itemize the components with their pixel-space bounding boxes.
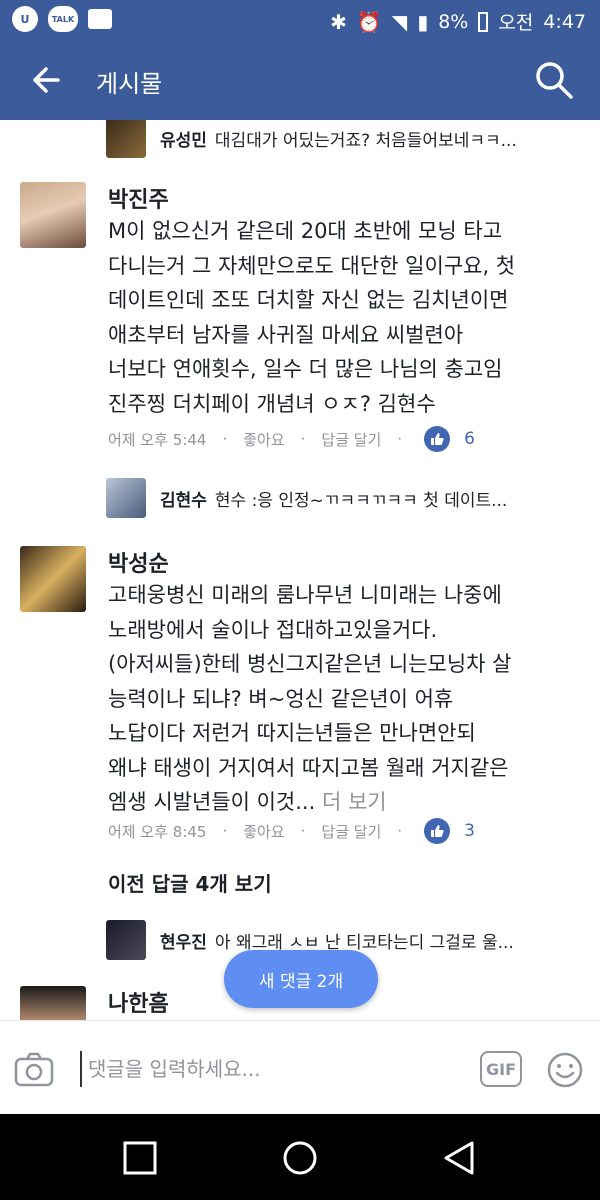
reply-item[interactable]: 김현수 현수 :응 인정~ㄲㅋㅋㄲㅋㅋ 첫 데이트... xyxy=(106,478,580,518)
comment-time: 어제 오후 5:44 xyxy=(108,430,207,449)
new-comments-button[interactable]: 새 댓글 2개 xyxy=(224,950,378,1008)
thumbs-up-icon xyxy=(424,426,451,452)
comment-meta: 어제 오후 8:45 · 좋아요 · 답글 달기 · 3 xyxy=(108,818,578,844)
comment-text: 고태웅병신 미래의 룸나무년 니미래는 나중에 노래방에서 술이나 접대하고있을… xyxy=(108,583,512,814)
like-count[interactable]: 6 xyxy=(464,429,475,449)
thumbs-up-icon xyxy=(424,818,451,844)
gif-button[interactable]: GIF xyxy=(480,1051,522,1087)
u-plus-icon: U xyxy=(12,6,38,32)
comment-item: 박진주 M이 없으신거 같은데 20대 초반에 모닝 타고 다니는거 그 자체만… xyxy=(20,182,590,482)
reply-item[interactable]: 유성민 대김대가 어딨는거죠? 처음들어보네ㅋㅋ... xyxy=(106,120,580,158)
comment-composer: 댓글을 입력하세요... GIF xyxy=(0,1020,600,1114)
sticker-icon[interactable] xyxy=(546,1051,584,1089)
reply-text: 현수 :응 인정~ㄲㅋㅋㄲㅋㅋ 첫 데이트... xyxy=(214,490,508,511)
like-button[interactable]: 좋아요 xyxy=(243,821,284,842)
system-nav-bar xyxy=(0,1114,600,1200)
reply-author[interactable]: 현우진 xyxy=(160,933,207,953)
reply-text: 대김대가 어딨는거죠? 처음들어보네ㅋㅋ... xyxy=(214,130,517,151)
time-ampm: 오전 xyxy=(498,12,534,34)
status-bar: U TALK ✱ ⏰ ◥ ▮ 8% 오전 4:47 xyxy=(0,0,600,40)
avatar[interactable] xyxy=(20,546,86,612)
alarm-icon: ⏰ xyxy=(356,9,382,34)
like-count[interactable]: 3 xyxy=(464,821,475,841)
avatar[interactable] xyxy=(20,182,86,248)
avatar[interactable] xyxy=(106,478,146,518)
comment-meta: 어제 오후 5:44 · 좋아요 · 답글 달기 · 6 xyxy=(108,426,578,452)
battery-icon xyxy=(478,11,489,32)
comment-author[interactable]: 나한흠 xyxy=(108,986,169,1018)
comment-author[interactable]: 박진주 xyxy=(108,182,169,214)
battery-percent: 8% xyxy=(438,10,469,33)
avatar[interactable] xyxy=(106,120,146,158)
kakaotalk-icon: TALK xyxy=(48,6,78,32)
reply-button[interactable]: 답글 달기 xyxy=(321,821,381,842)
reply-button[interactable]: 답글 달기 xyxy=(321,429,381,450)
like-button[interactable]: 좋아요 xyxy=(243,429,284,450)
reply-author[interactable]: 유성민 xyxy=(160,131,207,151)
comment-item: 박성순 고태웅병신 미래의 룸나무년 니미래는 나중에 노래방에서 술이나 접대… xyxy=(20,546,590,856)
view-previous-replies-link[interactable]: 이전 답글 4개 보기 xyxy=(108,868,272,897)
page-title: 게시물 xyxy=(96,70,163,98)
wifi-icon: ◥ xyxy=(391,9,408,34)
back-triangle-icon[interactable] xyxy=(440,1138,480,1178)
app-bar: 게시물 xyxy=(0,40,600,120)
comment-input[interactable]: 댓글을 입력하세요... xyxy=(80,1051,460,1087)
comment-author[interactable]: 박성순 xyxy=(108,546,169,578)
back-arrow-icon[interactable] xyxy=(28,62,64,98)
comment-feed[interactable]: 유성민 대김대가 어딨는거죠? 처음들어보네ㅋㅋ... 박진주 M이 없으신거 같… xyxy=(0,120,600,1020)
camera-icon[interactable] xyxy=(14,1051,54,1087)
signal-icon: ▮ xyxy=(417,9,429,34)
reply-author[interactable]: 김현수 xyxy=(160,491,207,511)
comment-text: M이 없으신거 같은데 20대 초반에 모닝 타고 다니는거 그 자체만으로도 … xyxy=(108,219,516,416)
gallery-icon xyxy=(88,9,112,29)
comment-time: 어제 오후 8:45 xyxy=(108,822,207,841)
bluetooth-icon: ✱ xyxy=(330,9,347,34)
search-icon[interactable] xyxy=(534,60,574,100)
avatar[interactable] xyxy=(20,986,86,1020)
clock-time: 4:47 xyxy=(543,10,586,33)
home-icon[interactable] xyxy=(280,1138,320,1178)
see-more-link[interactable]: 더 보기 xyxy=(322,790,387,814)
recents-icon[interactable] xyxy=(120,1138,160,1178)
avatar[interactable] xyxy=(106,920,146,960)
